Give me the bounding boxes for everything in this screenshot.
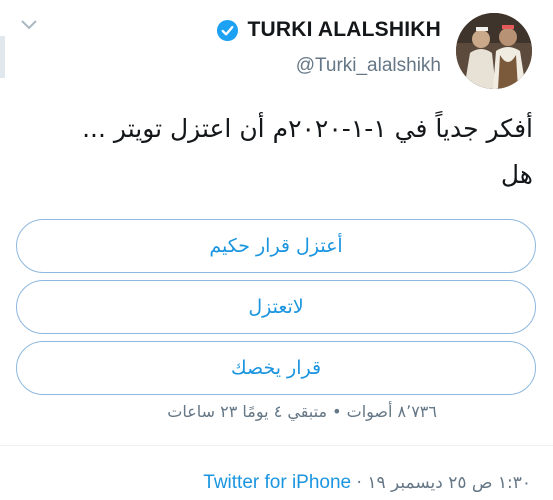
tweet-source-link[interactable]: Twitter for iPhone (203, 472, 351, 493)
tweet-date[interactable]: ٢٥ ديسمبر ١٩ (367, 473, 466, 493)
user-name-row[interactable]: TURKI ALALSHIKH (216, 15, 441, 45)
poll-option-3[interactable]: قرار يخصك (16, 341, 536, 395)
verified-badge-icon (217, 19, 239, 41)
avatar[interactable] (456, 13, 532, 89)
tweet-footer: ١:٣٠ ص ٢٥ ديسمبر ١٩ · Twitter for iPhone (203, 472, 531, 494)
tweet-text-line-2: هل (500, 160, 533, 189)
tweet-text: أفكر جدياً في ١-١-٢٠٢٠م أن اعتزل تويتر .… (13, 106, 533, 198)
left-edge-accent (0, 36, 5, 78)
user-name[interactable]: TURKI ALALSHIKH (247, 18, 441, 42)
poll-meta: ٨٬٧٣٦ أصوات • متبقي ٤ يومًا ٢٣ ساعات (167, 402, 437, 421)
divider (0, 445, 553, 446)
poll-option-1[interactable]: أعتزل قرار حكيم (16, 219, 536, 273)
tweet-time[interactable]: ١:٣٠ ص (472, 473, 531, 493)
tweet-text-line-1: أفكر جدياً في ١-١-٢٠٢٠م أن اعتزل تويتر .… (82, 114, 533, 143)
poll: أعتزل قرار حكيم لاتعتزل قرار يخصك (16, 219, 536, 402)
chevron-down-icon[interactable] (20, 18, 38, 32)
poll-option-2[interactable]: لاتعتزل (16, 280, 536, 334)
footer-separator: · (356, 473, 362, 493)
user-handle[interactable]: @Turki_alalshikh (296, 55, 441, 77)
avatar-image (456, 13, 532, 89)
